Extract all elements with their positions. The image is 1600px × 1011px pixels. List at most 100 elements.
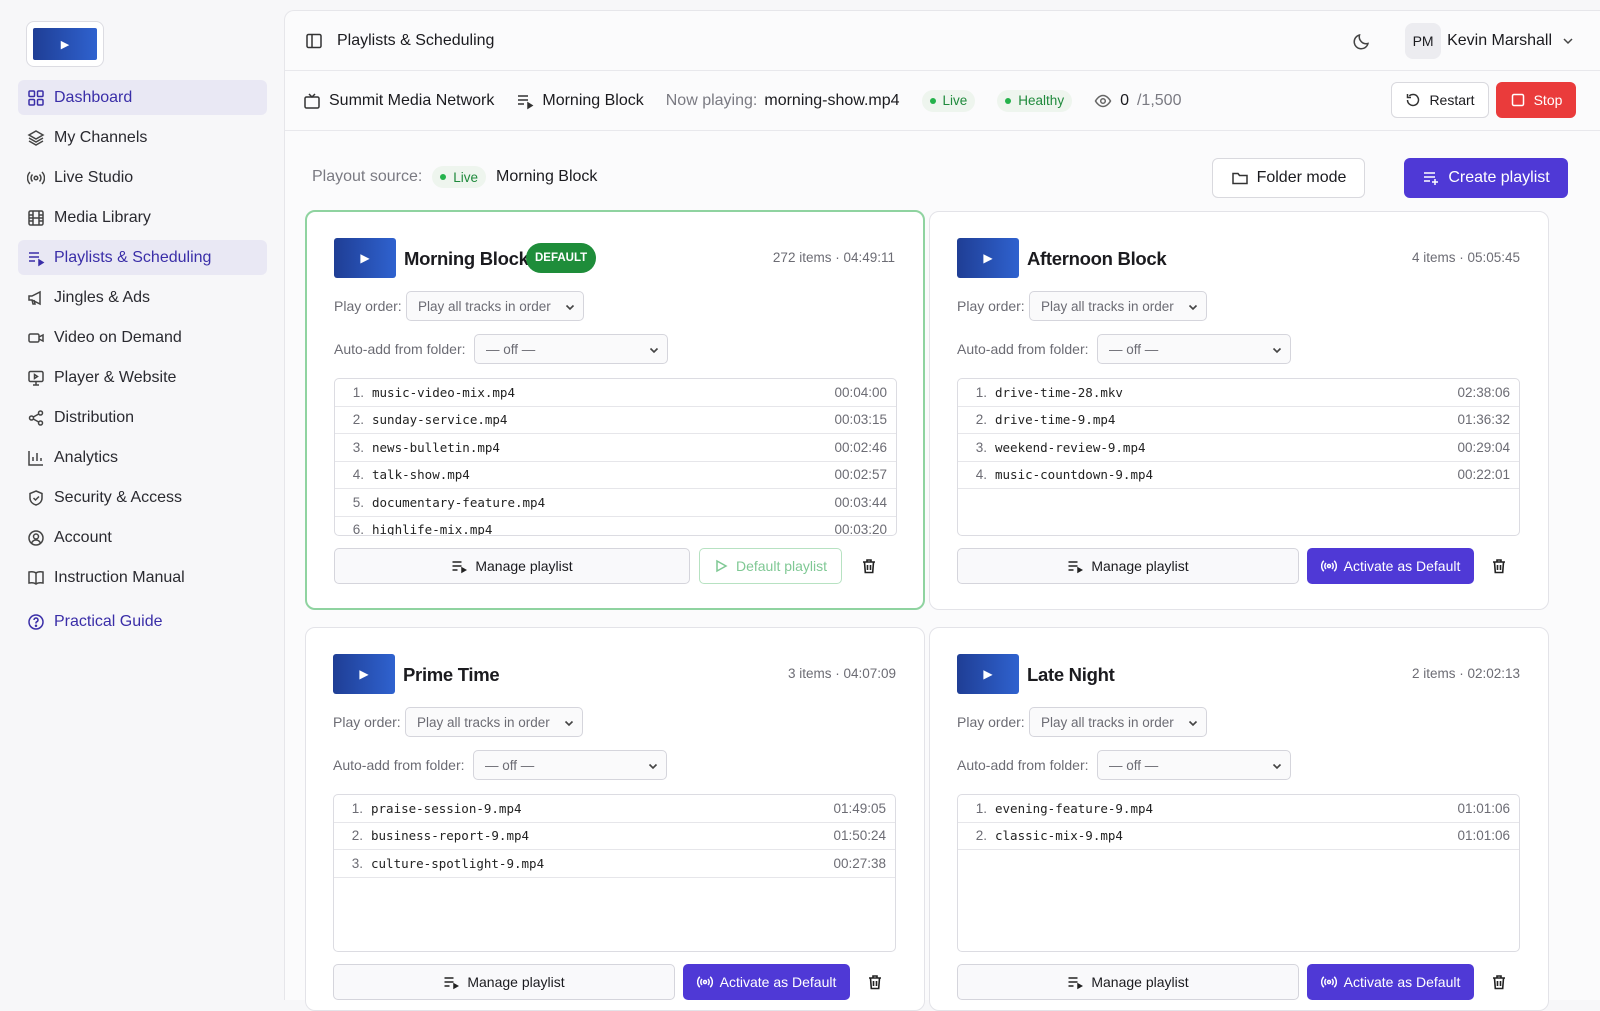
track-file: weekend-review-9.mp4: [995, 439, 1146, 455]
trash-icon: [1493, 975, 1505, 990]
play-order-select[interactable]: Play all tracks in order: [1029, 707, 1207, 737]
track-row[interactable]: 3. news-bulletin.mp4 00:02:46: [335, 434, 896, 462]
sidebar-item-video-on-demand[interactable]: Video on Demand: [18, 320, 267, 355]
playlist-meta: 2 items · 02:02:13: [1411, 666, 1520, 681]
track-row[interactable]: 1. music-video-mix.mp4 00:04:00: [335, 379, 896, 407]
play-order-value: Play all tracks in order: [1041, 298, 1174, 314]
sidebar-item-playlists-scheduling[interactable]: Playlists & Scheduling: [18, 240, 267, 275]
sidebar-toggle-icon[interactable]: [305, 32, 323, 50]
video-icon: [28, 332, 44, 343]
manage-playlist-button[interactable]: Manage playlist: [334, 548, 690, 584]
track-row[interactable]: 2. classic-mix-9.mp4 01:01:06: [958, 823, 1519, 850]
moon-icon[interactable]: [1352, 31, 1372, 51]
sidebar-item-jingles-ads[interactable]: Jingles & Ads: [18, 280, 267, 315]
track-duration: 00:02:46: [834, 439, 887, 455]
manage-playlist-button[interactable]: Manage playlist: [957, 964, 1299, 1000]
sidebar-item-distribution[interactable]: Distribution: [18, 400, 267, 435]
track-row[interactable]: 5. documentary-feature.mp4 00:03:44: [335, 489, 896, 517]
delete-playlist-button[interactable]: [1487, 548, 1511, 584]
default-playlist-label: Default playlist: [735, 558, 828, 574]
track-number: 1.: [352, 384, 364, 400]
delete-playlist-button[interactable]: [1487, 964, 1511, 1000]
source-live-badge: Live: [432, 166, 487, 188]
track-number: 3.: [975, 439, 987, 455]
play-icon: ▶: [983, 667, 993, 681]
activate-label: Activate as Default: [1343, 558, 1461, 574]
auto-add-select[interactable]: — off —: [1097, 750, 1291, 780]
main-panel: Playlists & Scheduling PM Kevin Marshall…: [284, 10, 1600, 1011]
app-logo[interactable]: ▶: [26, 21, 104, 67]
track-row[interactable]: 2. sunday-service.mp4 00:03:15: [335, 407, 896, 434]
delete-playlist-button[interactable]: [857, 548, 881, 584]
create-playlist-button[interactable]: Create playlist: [1404, 158, 1568, 198]
manage-playlist-button[interactable]: Manage playlist: [957, 548, 1299, 584]
play-order-select[interactable]: Play all tracks in order: [406, 291, 584, 321]
auto-add-label: Auto-add from folder:: [957, 757, 1089, 773]
activate-default-button[interactable]: Activate as Default: [1307, 964, 1474, 1000]
playlist-icon: [518, 94, 534, 109]
auto-add-label: Auto-add from folder:: [333, 757, 465, 773]
track-duration: 01:50:24: [833, 828, 886, 844]
auto-add-value: — off —: [486, 341, 536, 357]
user-name: Kevin Marshall: [1447, 32, 1552, 49]
play-order-value: Play all tracks in order: [1041, 714, 1174, 730]
restart-button[interactable]: Restart: [1391, 82, 1489, 118]
track-file: drive-time-28.mkv: [995, 384, 1123, 400]
stop-button[interactable]: Stop: [1496, 82, 1576, 118]
playlist-add-icon: [1424, 172, 1439, 185]
sidebar-item-media-library[interactable]: Media Library: [18, 200, 267, 235]
track-row[interactable]: 3. weekend-review-9.mp4 00:29:04: [958, 434, 1519, 462]
restart-icon: [1407, 93, 1420, 107]
track-row[interactable]: 6. highlife-mix.mp4 00:03:20: [335, 517, 896, 535]
sidebar-item-dashboard[interactable]: Dashboard: [18, 80, 267, 115]
chevron-down-icon: [1272, 763, 1282, 770]
sidebar-item-account[interactable]: Account: [18, 520, 267, 555]
manage-playlist-button[interactable]: Manage playlist: [333, 964, 675, 1000]
track-row[interactable]: 4. music-countdown-9.mp4 00:22:01: [958, 462, 1519, 489]
track-duration: 01:49:05: [833, 800, 886, 816]
delete-playlist-button[interactable]: [863, 964, 887, 1000]
sidebar-item-security-access[interactable]: Security & Access: [18, 480, 267, 515]
auto-add-select[interactable]: — off —: [474, 334, 668, 364]
folder-mode-button[interactable]: Folder mode: [1212, 158, 1365, 198]
track-row[interactable]: 1. praise-session-9.mp4 01:49:05: [334, 795, 895, 823]
track-duration: 01:36:32: [1457, 412, 1510, 428]
auto-add-select[interactable]: — off —: [473, 750, 667, 780]
track-number: 1.: [975, 800, 987, 816]
activate-default-button[interactable]: Activate as Default: [683, 964, 850, 1000]
track-row[interactable]: 2. drive-time-9.mp4 01:36:32: [958, 407, 1519, 434]
playout-source-label: Playout source:: [312, 168, 423, 185]
playlist-icon: [452, 561, 468, 574]
sidebar-item-my-channels[interactable]: My Channels: [18, 120, 267, 155]
track-row[interactable]: 1. evening-feature-9.mp4 01:01:06: [958, 795, 1519, 823]
track-list[interactable]: 1. drive-time-28.mkv 02:38:06 2. drive-t…: [957, 378, 1520, 536]
sidebar-item-label: Security & Access: [54, 488, 183, 506]
sidebar-item-live-studio[interactable]: Live Studio: [18, 160, 267, 195]
sidebar-item-instruction-manual[interactable]: Instruction Manual: [18, 560, 267, 595]
now-playing: Now playing: morning-show.mp4: [666, 92, 900, 110]
user-menu[interactable]: PM Kevin Marshall: [1405, 23, 1576, 59]
track-duration: 00:02:57: [834, 467, 887, 483]
auto-add-select[interactable]: — off —: [1097, 334, 1291, 364]
track-duration: 01:01:06: [1457, 800, 1510, 816]
sidebar-item-player-website[interactable]: Player & Website: [18, 360, 267, 395]
play-order-label: Play order:: [334, 298, 402, 314]
track-row[interactable]: 2. business-report-9.mp4 01:50:24: [334, 823, 895, 850]
activate-default-button[interactable]: Activate as Default: [1307, 548, 1474, 584]
play-order-select[interactable]: Play all tracks in order: [1029, 291, 1207, 321]
stop-icon: [1511, 93, 1524, 107]
play-outline-icon: [716, 559, 728, 573]
sidebar-item-analytics[interactable]: Analytics: [18, 440, 267, 475]
play-order-select[interactable]: Play all tracks in order: [405, 707, 583, 737]
track-row[interactable]: 4. talk-show.mp4 00:02:57: [335, 462, 896, 489]
track-row[interactable]: 1. drive-time-28.mkv 02:38:06: [958, 379, 1519, 407]
track-file: drive-time-9.mp4: [995, 412, 1116, 428]
sidebar-item-practical-guide[interactable]: Practical Guide: [18, 604, 267, 639]
track-list[interactable]: 1. music-video-mix.mp4 00:04:00 2. sunda…: [334, 378, 897, 536]
live-dot-icon: [929, 97, 936, 104]
sidebar-item-label: Player & Website: [54, 368, 177, 386]
manage-label: Manage playlist: [475, 558, 573, 574]
track-list[interactable]: 1. evening-feature-9.mp4 01:01:06 2. cla…: [957, 794, 1520, 952]
track-row[interactable]: 3. culture-spotlight-9.mp4 00:27:38: [334, 850, 895, 878]
track-list[interactable]: 1. praise-session-9.mp4 01:49:05 2. busi…: [333, 794, 896, 952]
